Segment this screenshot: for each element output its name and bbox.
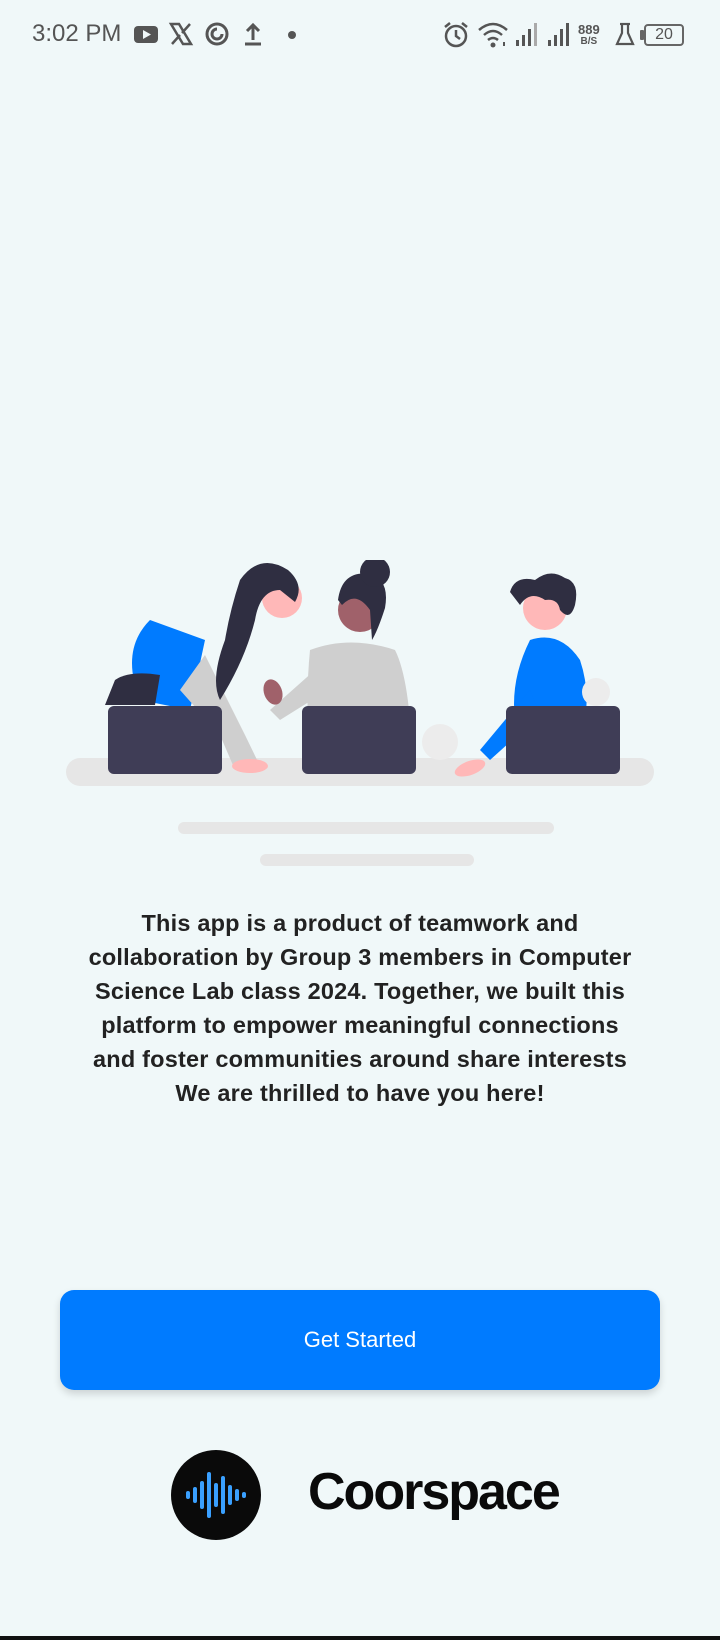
net-speed-unit: B/S — [580, 36, 598, 47]
laptop-left — [108, 706, 222, 774]
lab-icon — [615, 22, 635, 46]
about-line-4: platform to empower meaningful connectio… — [101, 1012, 619, 1038]
app-icon — [205, 22, 229, 46]
wifi-icon — [478, 22, 508, 48]
net-speed: 889 B/S — [578, 22, 600, 48]
laptop-right — [506, 706, 620, 774]
about-line-2: collaboration by Group 3 members in Comp… — [88, 944, 632, 970]
x-icon — [168, 22, 194, 46]
shadow-line-2 — [260, 854, 474, 866]
net-speed-value: 889 — [578, 22, 600, 37]
battery-icon: 20 — [644, 24, 684, 46]
status-bar: 3:02 PM 889 B/S 20 — [0, 0, 720, 72]
shadow-line-1 — [178, 822, 554, 834]
signal-icon-2 — [548, 23, 569, 46]
status-time: 3:02 PM — [32, 20, 122, 47]
about-line-5: and foster communities around share inte… — [93, 1046, 627, 1072]
about-line-1: This app is a product of teamwork and — [141, 910, 579, 936]
signal-icon — [516, 23, 537, 46]
dot-icon — [288, 31, 296, 39]
soundwave-icon — [186, 1472, 246, 1518]
alarm-icon — [444, 22, 468, 48]
about-line-6: We are thrilled to have you here! — [175, 1080, 545, 1106]
laptop-middle — [302, 706, 416, 774]
youtube-icon — [134, 26, 158, 43]
about-paragraph: This app is a product of teamwork and co… — [80, 906, 640, 1110]
about-line-3: Science Lab class 2024. Together, we bui… — [94, 978, 626, 1004]
brand-name: Coorspace — [308, 1463, 561, 1521]
navigation-bar — [0, 1636, 720, 1640]
brand-logo — [171, 1450, 261, 1540]
teamwork-illustration — [66, 560, 654, 866]
upload-icon — [245, 22, 261, 46]
get-started-button[interactable]: Get Started — [60, 1290, 660, 1390]
